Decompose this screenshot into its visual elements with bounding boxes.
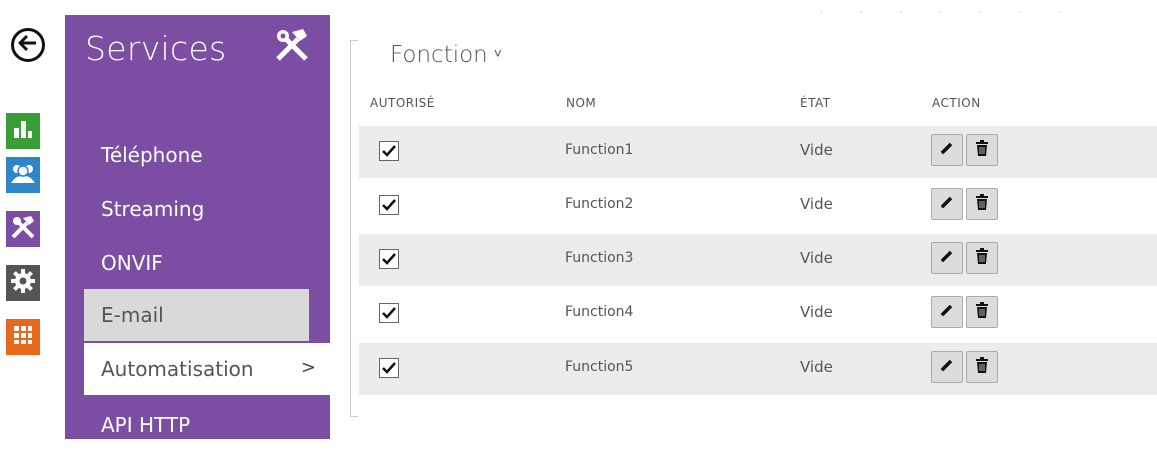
function-state: Vide: [800, 303, 833, 321]
back-button[interactable]: [11, 28, 45, 62]
function-state: Vide: [800, 249, 833, 267]
tools-icon: [9, 213, 37, 245]
checkmark-icon: [382, 250, 396, 269]
delete-button[interactable]: [966, 242, 998, 274]
sidebar-item-telephone[interactable]: Téléphone: [65, 129, 309, 181]
table-row: Function5 Vide: [359, 343, 1157, 395]
column-header-name: NOM: [566, 96, 597, 110]
trash-icon: [975, 357, 989, 377]
function-name: Function2: [565, 196, 634, 212]
stats-nav-button[interactable]: [6, 113, 40, 149]
function-name: Function1: [565, 142, 634, 158]
edit-button[interactable]: [931, 188, 963, 220]
pencil-icon: [939, 302, 955, 322]
table-row: Function3 Vide: [359, 234, 1157, 286]
section-bracket: [350, 40, 358, 417]
trash-icon: [975, 194, 989, 214]
pencil-icon: [939, 140, 955, 160]
checkmark-icon: [382, 196, 396, 215]
checkmark-icon: [382, 304, 396, 323]
tools-icon: [270, 25, 316, 65]
function-state: Vide: [800, 141, 833, 159]
delete-button[interactable]: [966, 351, 998, 383]
sidebar-title: Services: [85, 29, 227, 68]
services-nav-button[interactable]: [6, 211, 40, 247]
users-nav-button[interactable]: [6, 157, 40, 193]
sidebar-item-streaming[interactable]: Streaming: [65, 183, 309, 235]
pencil-icon: [939, 357, 955, 377]
services-sidebar: Services Téléphone Streaming ONVIF E-mai…: [65, 15, 330, 439]
pencil-icon: [939, 248, 955, 268]
sidebar-item-label: Téléphone: [101, 143, 203, 167]
section-title-dropdown[interactable]: Fonction ˅: [390, 42, 502, 68]
table-row: Function4 Vide: [359, 288, 1157, 340]
function-state: Vide: [800, 358, 833, 376]
stats-icon: [12, 118, 34, 144]
edit-button[interactable]: [931, 351, 963, 383]
users-icon: [9, 161, 37, 189]
icon-rail: [0, 0, 62, 439]
table-row: Function1 Vide: [359, 126, 1157, 178]
top-dots: · · · · · · ·: [820, 8, 1079, 18]
enabled-checkbox[interactable]: [379, 195, 399, 215]
sidebar-item-label: Streaming: [101, 197, 205, 221]
back-arrow-icon: [18, 34, 38, 56]
edit-button[interactable]: [931, 134, 963, 166]
section-title: Fonction: [390, 42, 488, 68]
delete-button[interactable]: [966, 134, 998, 166]
trash-icon: [975, 248, 989, 268]
checkmark-icon: [382, 142, 396, 161]
column-header-enabled: AUTORISÉ: [370, 96, 435, 110]
column-header-action: ACTION: [932, 96, 981, 110]
sidebar-item-label: Automatisation: [101, 357, 254, 381]
edit-button[interactable]: [931, 242, 963, 274]
checkmark-icon: [382, 359, 396, 378]
sidebar-item-label: ONVIF: [101, 251, 163, 275]
function-state: Vide: [800, 195, 833, 213]
function-name: Function4: [565, 304, 634, 320]
function-name: Function3: [565, 250, 634, 266]
sidebar-item-automatisation[interactable]: Automatisation >: [84, 343, 330, 395]
settings-nav-button[interactable]: [6, 265, 40, 301]
function-name: Function5: [565, 359, 634, 375]
chevron-down-icon: ˅: [493, 46, 502, 62]
trash-icon: [975, 140, 989, 160]
edit-button[interactable]: [931, 296, 963, 328]
enabled-checkbox[interactable]: [379, 141, 399, 161]
sidebar-item-onvif[interactable]: ONVIF: [65, 237, 309, 289]
sidebar-item-api-http[interactable]: API HTTP: [65, 399, 309, 451]
chevron-right-icon: >: [300, 357, 316, 378]
enabled-checkbox[interactable]: [379, 249, 399, 269]
column-header-state: ÉTAT: [800, 96, 831, 110]
sidebar-item-label: API HTTP: [101, 413, 191, 437]
trash-icon: [975, 302, 989, 322]
enabled-checkbox[interactable]: [379, 303, 399, 323]
gear-icon: [10, 268, 36, 298]
pencil-icon: [939, 194, 955, 214]
sidebar-item-label: E-mail: [101, 303, 164, 327]
delete-button[interactable]: [966, 296, 998, 328]
grid-icon: [13, 325, 33, 349]
sidebar-item-email[interactable]: E-mail: [84, 289, 309, 341]
delete-button[interactable]: [966, 188, 998, 220]
table-row: Function2 Vide: [359, 180, 1157, 232]
apps-nav-button[interactable]: [6, 319, 40, 355]
enabled-checkbox[interactable]: [379, 358, 399, 378]
